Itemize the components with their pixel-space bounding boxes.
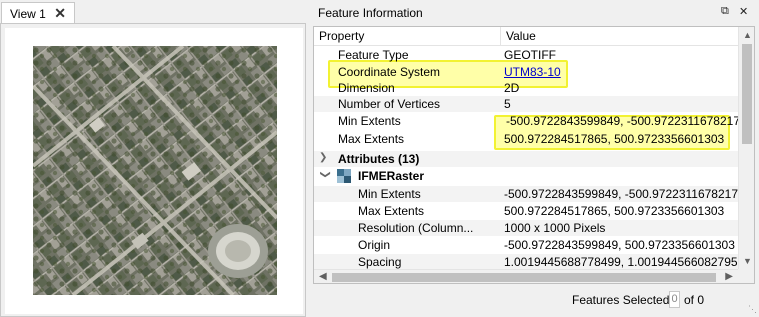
scroll-corner (738, 269, 754, 283)
table-header: Property Value (314, 27, 738, 46)
chevron-right-icon[interactable]: ❯ (319, 152, 327, 163)
tab-close-icon[interactable]: ✕ (54, 6, 66, 20)
table-row-ifmeraster[interactable]: ❯ IFMERaster (314, 168, 738, 184)
table-row[interactable]: Max Extents 500.972284517865, 500.972335… (314, 203, 738, 219)
chevron-down-icon[interactable]: ❯ (320, 170, 331, 178)
column-header-property[interactable]: Property (319, 29, 364, 43)
resize-grip-icon[interactable]: ⋱ (748, 304, 757, 315)
total-count-label: of 0 (684, 293, 705, 307)
tab-view-1[interactable]: View 1 ✕ (1, 2, 75, 24)
table-body: Feature Type GEOTIFF Coordinate System U… (314, 47, 738, 269)
features-selected-label: Features Selected: (572, 293, 673, 307)
table-row[interactable]: Feature Type GEOTIFF (314, 47, 738, 63)
table-row[interactable]: Number of Vertices 5 (314, 96, 738, 112)
horizontal-scrollbar[interactable]: ◀ ▶ (314, 269, 738, 283)
float-panel-icon[interactable]: ⧉ (721, 5, 729, 18)
panel-title-bar: Feature Information ⧉ ✕ (313, 0, 759, 26)
scroll-down-arrow-icon[interactable]: ▼ (743, 256, 752, 266)
vertical-scrollbar[interactable]: ▲ ▼ (738, 27, 754, 269)
scroll-left-arrow-icon[interactable]: ◀ (319, 271, 327, 282)
tab-label: View 1 (10, 6, 46, 21)
aerial-raster-image (33, 46, 277, 295)
table-row[interactable]: Spacing 1.0019445688778499, 1.0019445660… (314, 254, 738, 269)
table-row-attributes[interactable]: ❯ Attributes (13) (314, 151, 738, 167)
table-row[interactable]: Min Extents -500.9722843599849, -500.972… (314, 113, 738, 129)
table-row[interactable]: Origin -500.9722843599849, 500.972335660… (314, 237, 738, 253)
panel-title: Feature Information (318, 6, 423, 20)
coordinate-system-link[interactable]: UTM83-10 (504, 65, 561, 79)
column-divider[interactable] (500, 27, 501, 46)
feature-information-panel: Feature Information ⧉ ✕ Property Value F… (313, 0, 759, 317)
map-canvas[interactable] (5, 28, 303, 314)
column-header-value[interactable]: Value (506, 29, 536, 43)
close-panel-icon[interactable]: ✕ (739, 5, 748, 18)
table-row[interactable]: Dimension 2D (314, 80, 738, 96)
map-view[interactable] (0, 23, 306, 317)
scroll-right-arrow-icon[interactable]: ▶ (725, 271, 733, 282)
table-row[interactable]: Max Extents 500.972284517865, 500.972335… (314, 131, 738, 147)
horizontal-scroll-thumb[interactable] (332, 273, 716, 282)
table-row[interactable]: Coordinate System UTM83-10 (314, 64, 738, 80)
property-table[interactable]: Property Value Feature Type GEOTIFF Coor… (313, 26, 755, 284)
table-row[interactable]: Resolution (Column... 1000 x 1000 Pixels (314, 220, 738, 236)
scroll-up-arrow-icon[interactable]: ▲ (743, 30, 752, 40)
raster-icon (337, 169, 351, 183)
status-bar: Features Selected: 0 of 0 ⋱ (313, 286, 759, 317)
vertical-scroll-thumb[interactable] (742, 44, 752, 144)
table-row[interactable]: Min Extents -500.9722843599849, -500.972… (314, 186, 738, 202)
selected-count-field[interactable]: 0 (669, 291, 680, 308)
view-tabbar: View 1 ✕ (0, 0, 306, 24)
